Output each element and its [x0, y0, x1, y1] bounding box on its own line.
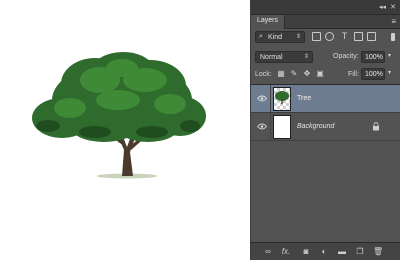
- visibility-toggle[interactable]: [251, 113, 271, 141]
- opacity-input[interactable]: 100%: [361, 51, 385, 63]
- filter-kind-select[interactable]: ⌕ Kind ⇕: [255, 31, 305, 43]
- opacity-label: Opacity:: [333, 53, 359, 60]
- chevron-updown-icon: ⇕: [303, 54, 309, 60]
- lock-position-icon[interactable]: ✥: [302, 69, 312, 79]
- adjustment-icon[interactable]: ◐: [319, 247, 329, 257]
- eye-icon: [257, 95, 267, 102]
- blend-row: Normal ⇕ Opacity: 100% ▾: [255, 51, 396, 63]
- blend-mode-select[interactable]: Normal ⇕: [255, 51, 313, 63]
- lock-label: Lock:: [255, 71, 272, 78]
- trash-icon[interactable]: 🗑: [373, 247, 383, 257]
- layer-filter-row: ⌕ Kind ⇕ T: [255, 31, 396, 43]
- fill-input[interactable]: 100%: [361, 68, 385, 80]
- new-layer-icon[interactable]: ❐: [355, 247, 365, 257]
- blend-mode-value: Normal: [260, 54, 283, 61]
- panel-tab-row: Layers ≡: [251, 15, 400, 29]
- lock-transparency-icon[interactable]: ▦: [276, 69, 286, 79]
- layers-list: Tree Background: [251, 84, 400, 242]
- smart-object-filter-icon[interactable]: [367, 32, 376, 41]
- collapse-panels-icon[interactable]: ◂◂: [379, 3, 386, 11]
- layer-row-background[interactable]: Background: [251, 113, 400, 141]
- image-filter-icon[interactable]: [312, 32, 321, 41]
- filter-kind-label: Kind: [268, 34, 283, 41]
- layer-name[interactable]: Background: [297, 123, 334, 130]
- document-canvas[interactable]: [0, 0, 251, 260]
- filter-toggle-icon[interactable]: [391, 33, 395, 41]
- link-icon[interactable]: ∞: [263, 247, 273, 257]
- chevron-down-icon[interactable]: ▾: [388, 69, 391, 76]
- eye-icon: [257, 123, 267, 130]
- panel-header-strip: ◂◂ ✕: [251, 0, 400, 15]
- mask-icon[interactable]: ◙: [301, 247, 311, 257]
- layer-row-tree[interactable]: Tree: [251, 85, 400, 113]
- tab-layers[interactable]: Layers: [251, 15, 286, 29]
- folder-icon[interactable]: ▬: [337, 247, 347, 257]
- tree-thumbnail: [273, 87, 291, 111]
- layer-name[interactable]: Tree: [297, 95, 311, 102]
- shape-filter-icon[interactable]: [354, 32, 363, 41]
- fill-label: Fill:: [348, 71, 359, 78]
- chevron-updown-icon: ⇕: [295, 34, 301, 40]
- lock-all-icon[interactable]: ▣: [315, 69, 325, 79]
- adjustment-filter-icon[interactable]: [325, 32, 334, 41]
- white-thumbnail: [273, 115, 291, 139]
- layers-panel: ◂◂ ✕ Layers ≡ ⌕ Kind ⇕ T Normal ⇕ Opacit…: [251, 0, 400, 260]
- search-icon: ⌕: [259, 33, 263, 40]
- tree-image: [32, 52, 206, 179]
- lock-icon: [373, 122, 379, 131]
- chevron-down-icon[interactable]: ▾: [388, 52, 391, 59]
- close-panel-icon[interactable]: ✕: [390, 3, 396, 11]
- visibility-toggle[interactable]: [251, 85, 271, 113]
- lock-pixels-icon[interactable]: ✎: [289, 69, 299, 79]
- fx-icon[interactable]: fx.: [281, 247, 291, 257]
- lock-row: Lock: ▦ ✎ ✥ ▣ Fill: 100% ▾: [255, 68, 396, 80]
- panel-menu-icon[interactable]: ≡: [391, 17, 396, 26]
- type-filter-icon[interactable]: T: [340, 32, 349, 41]
- layers-bottom-bar: ∞ fx. ◙ ◐ ▬ ❐ 🗑: [251, 242, 400, 260]
